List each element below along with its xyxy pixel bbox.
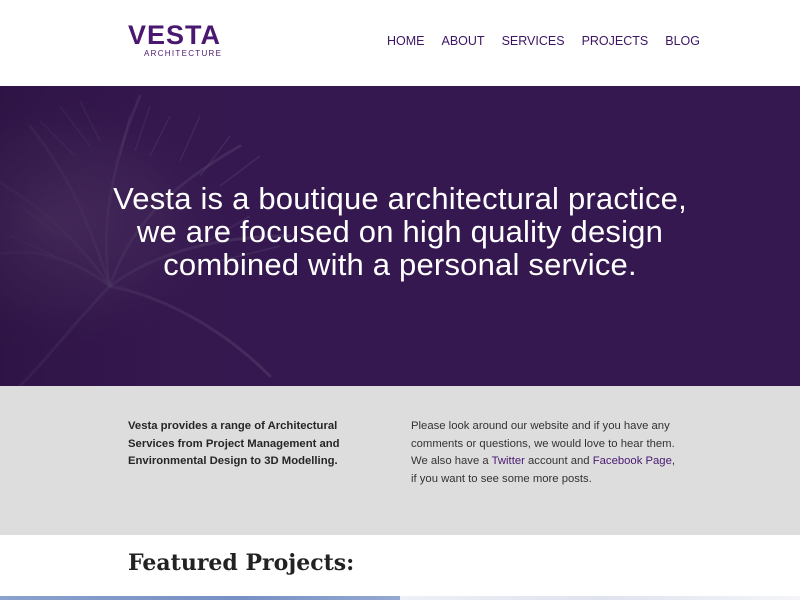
nav-about[interactable]: ABOUT <box>442 34 485 48</box>
hero-line-3: combined with a personal service. <box>163 247 637 282</box>
site-header: VESTA ARCHITECTURE HOME ABOUT SERVICES P… <box>0 0 800 86</box>
hero-line-2: we are focused on high quality design <box>136 214 664 249</box>
contact-invitation: Please look around our website and if yo… <box>411 418 681 488</box>
featured-project-image-2[interactable] <box>400 596 800 600</box>
logo-subtitle: ARCHITECTURE <box>144 49 223 58</box>
main-nav: HOME ABOUT SERVICES PROJECTS BLOG <box>387 34 717 48</box>
site-logo[interactable]: VESTA ARCHITECTURE <box>128 20 222 62</box>
twitter-link[interactable]: Twitter <box>492 455 525 467</box>
nav-blog[interactable]: BLOG <box>665 34 700 48</box>
hero-statement: Vesta is a boutique architectural practi… <box>60 182 740 281</box>
intro-text-part-2: account and <box>524 455 593 467</box>
nav-projects[interactable]: PROJECTS <box>582 34 649 48</box>
intro-section: Vesta provides a range of Architectural … <box>0 386 800 535</box>
featured-projects-heading: Featured Projects: <box>128 550 355 576</box>
services-summary: Vesta provides a range of Architectural … <box>128 420 340 467</box>
nav-services[interactable]: SERVICES <box>502 34 565 48</box>
facebook-page-link[interactable]: Facebook Page <box>593 455 672 467</box>
hero-line-1: Vesta is a boutique architectural practi… <box>113 181 687 216</box>
hero-banner: Vesta is a boutique architectural practi… <box>0 86 800 386</box>
featured-projects-section: Featured Projects: <box>0 535 800 600</box>
featured-project-image-1[interactable] <box>0 596 400 600</box>
nav-home[interactable]: HOME <box>387 34 425 48</box>
logo-wordmark: VESTA <box>128 20 222 50</box>
